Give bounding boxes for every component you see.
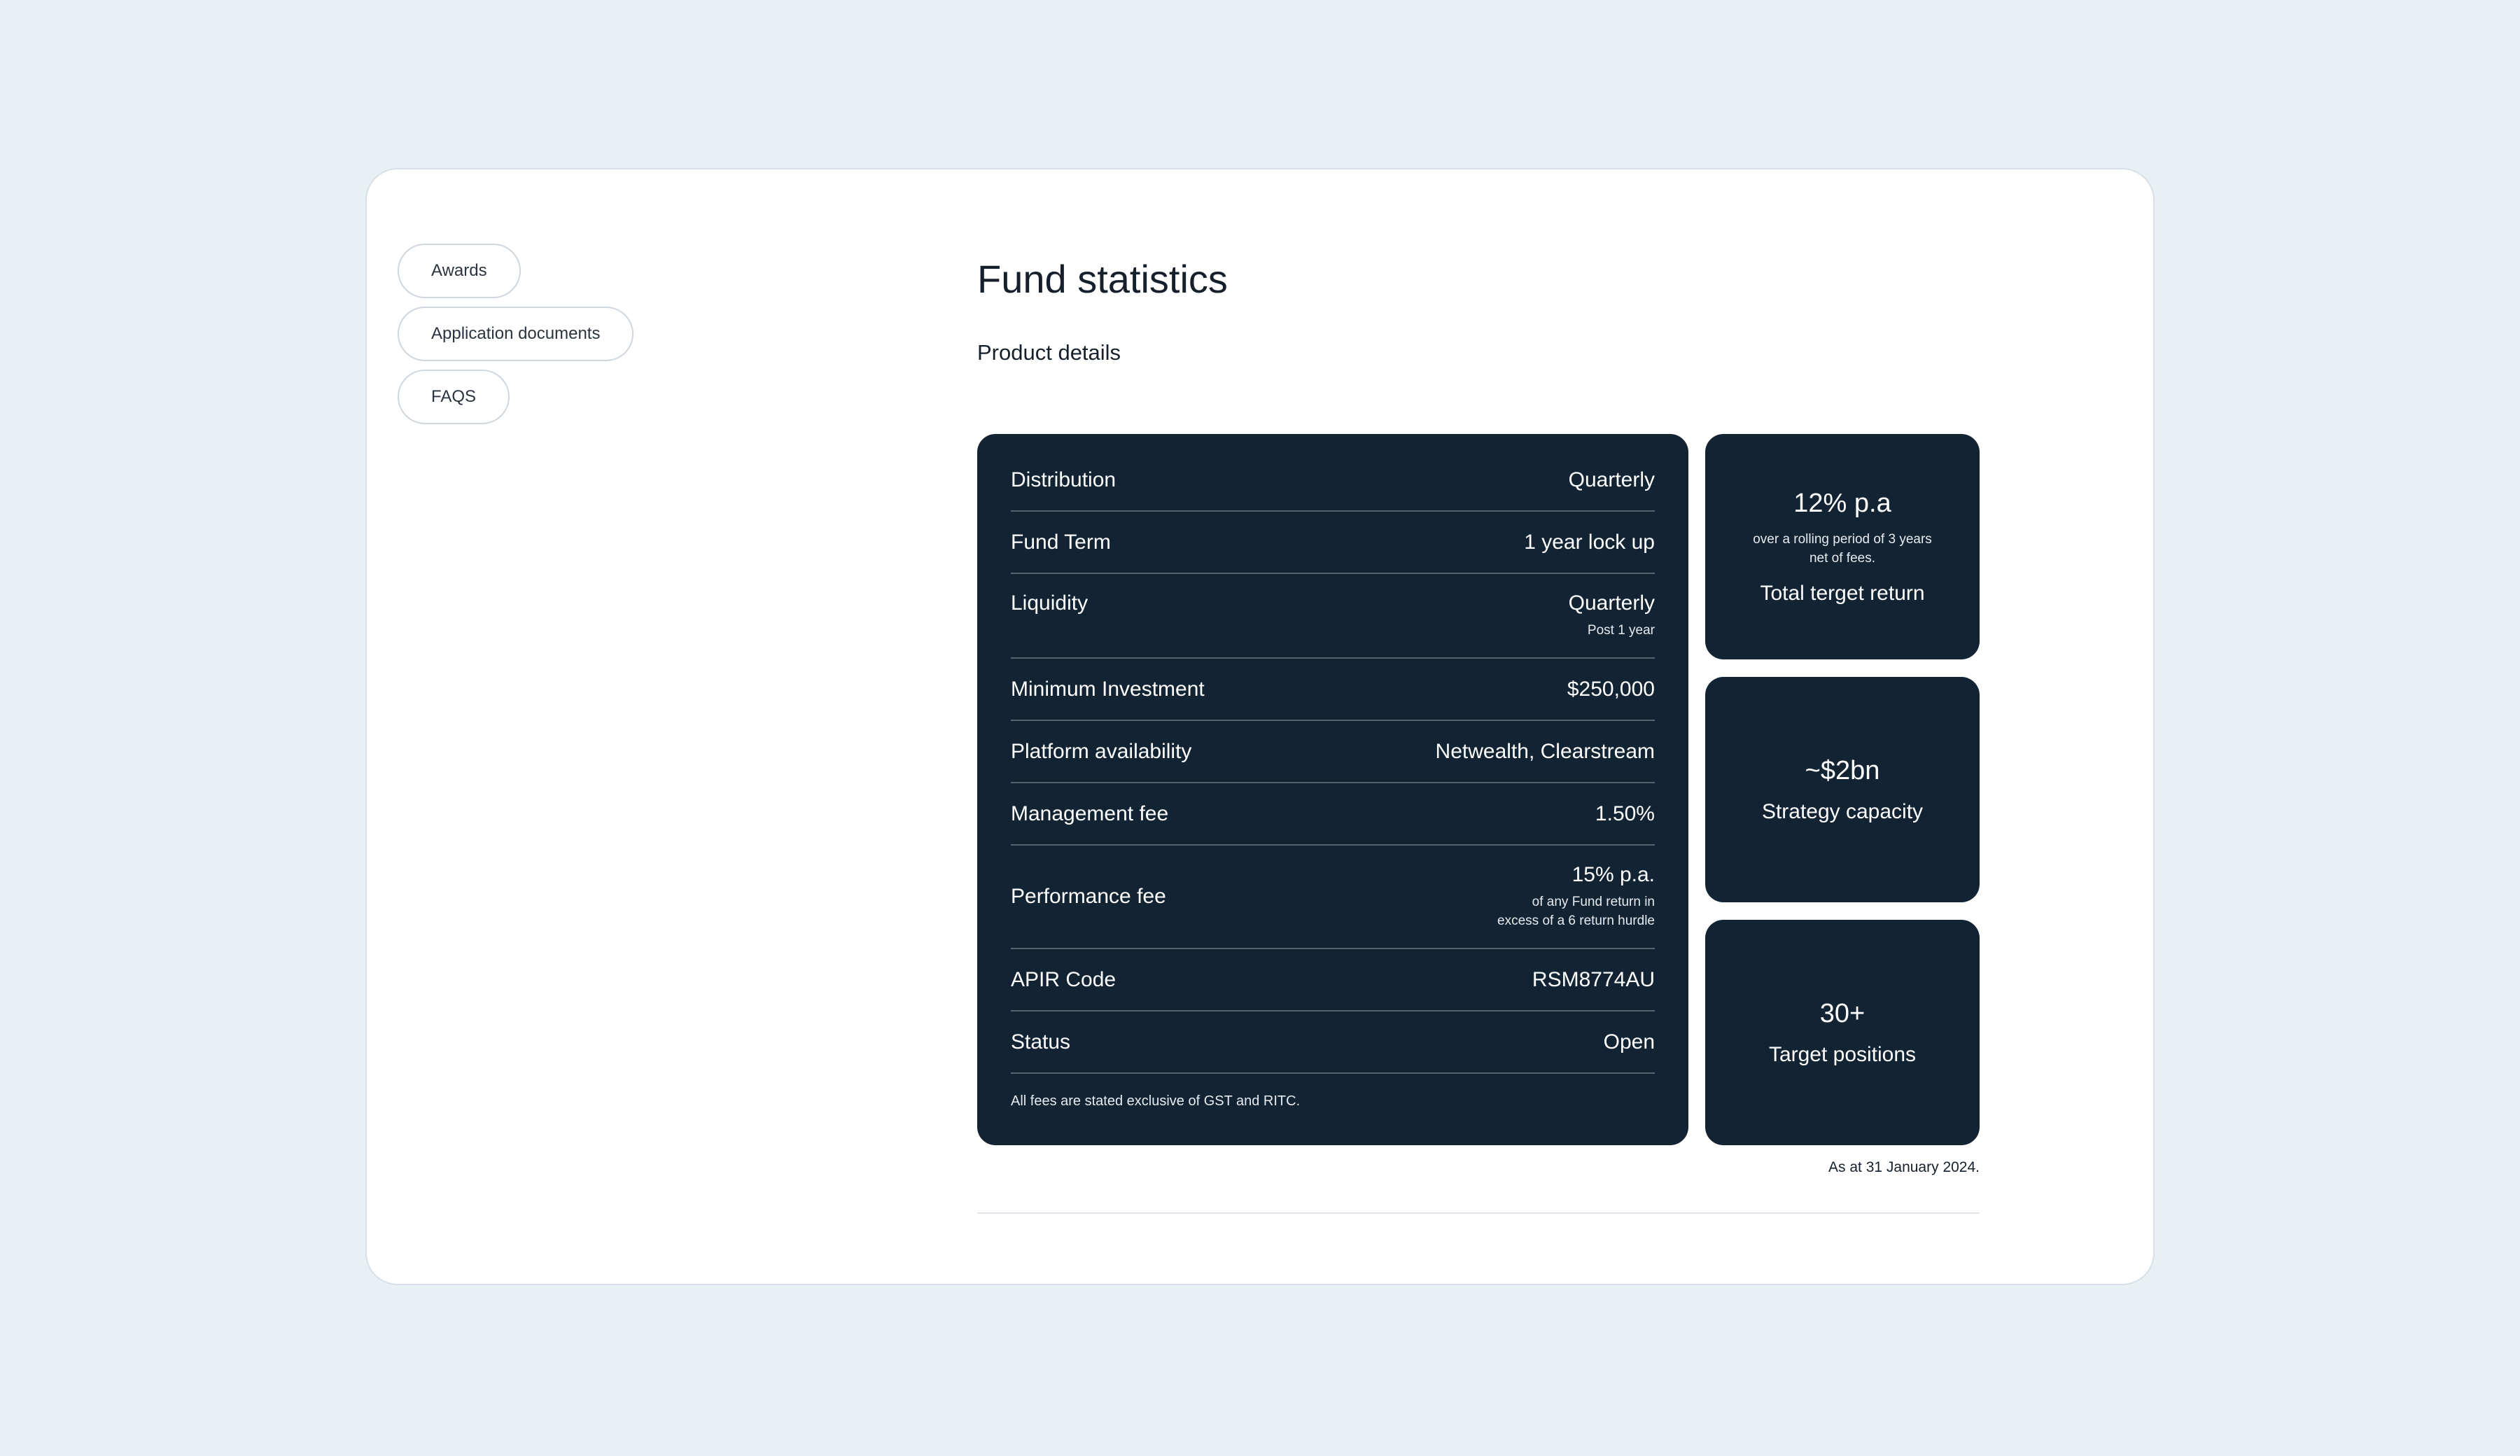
faqs-button[interactable]: FAQS xyxy=(398,370,510,424)
detail-row-status: Status Open xyxy=(1011,1011,1655,1074)
side-nav: Awards Application documents FAQS xyxy=(398,244,634,424)
product-details-panel: Distribution Quarterly Fund Term 1 year … xyxy=(977,434,1688,1145)
detail-note: Post 1 year xyxy=(1587,623,1655,638)
detail-row-liquidity: Liquidity Quarterly Post 1 year xyxy=(1011,574,1655,659)
detail-note: of any Fund return in excess of a 6 retu… xyxy=(1497,895,1655,928)
detail-row-performance-fee: Performance fee 15% p.a. of any Fund ret… xyxy=(1011,846,1655,949)
detail-label: Minimum Investment xyxy=(1011,677,1205,701)
awards-button[interactable]: Awards xyxy=(398,244,521,298)
detail-label: Performance fee xyxy=(1011,885,1166,908)
detail-label: Fund Term xyxy=(1011,530,1111,554)
section-divider xyxy=(977,1212,1980,1214)
detail-label: Platform availability xyxy=(1011,739,1192,763)
stat-card-target-positions: 30+ Target positions xyxy=(1705,920,1980,1145)
detail-row-distribution: Distribution Quarterly xyxy=(1011,449,1655,512)
detail-value: 1.50% xyxy=(1595,802,1655,825)
detail-value: RSM8774AU xyxy=(1532,967,1655,991)
section-title: Fund statistics xyxy=(977,257,1228,301)
fees-footnote: All fees are stated exclusive of GST and… xyxy=(1011,1093,1301,1109)
detail-row-platform-availability: Platform availability Netwealth, Clearst… xyxy=(1011,721,1655,783)
application-documents-button[interactable]: Application documents xyxy=(398,307,634,361)
stat-card-target-return: 12% p.a over a rolling period of 3 years… xyxy=(1705,434,1980,659)
stat-label: Strategy capacity xyxy=(1761,799,1924,823)
stat-note: over a rolling period of 3 years net of … xyxy=(1753,531,1932,566)
detail-row-minimum-investment: Minimum Investment $250,000 xyxy=(1011,659,1655,721)
detail-value: Open xyxy=(1603,1030,1655,1054)
detail-value: Quarterly xyxy=(1568,468,1655,491)
detail-value-group: Quarterly Post 1 year xyxy=(1569,592,1655,640)
detail-value: Netwealth, Clearstream xyxy=(1435,739,1655,763)
detail-label: Distribution xyxy=(1011,468,1116,491)
stat-card-strategy-capacity: ~$2bn Strategy capacity xyxy=(1705,677,1980,902)
stat-label: Total terget return xyxy=(1760,581,1925,605)
detail-value: Quarterly xyxy=(1568,592,1655,615)
detail-value: 15% p.a. xyxy=(1572,863,1655,886)
detail-value: $250,000 xyxy=(1567,677,1655,701)
content-card: Awards Application documents FAQS Fund s… xyxy=(365,168,2155,1285)
detail-row-apir-code: APIR Code RSM8774AU xyxy=(1011,949,1655,1011)
detail-value-group: 15% p.a. of any Fund return in excess of… xyxy=(1497,863,1655,930)
detail-row-fund-term: Fund Term 1 year lock up xyxy=(1011,512,1655,574)
detail-row-management-fee: Management fee 1.50% xyxy=(1011,783,1655,846)
detail-label: Status xyxy=(1011,1030,1071,1054)
section-subtitle: Product details xyxy=(977,340,1121,365)
detail-label: APIR Code xyxy=(1011,967,1116,991)
stat-value: 30+ xyxy=(1819,998,1865,1028)
detail-label: Liquidity xyxy=(1011,592,1088,615)
detail-value: 1 year lock up xyxy=(1524,530,1655,554)
as-at-date: As at 31 January 2024. xyxy=(1828,1159,1980,1175)
stat-value: 12% p.a xyxy=(1793,488,1891,518)
detail-label: Management fee xyxy=(1011,802,1169,825)
stat-value: ~$2bn xyxy=(1805,755,1880,785)
stat-label: Target positions xyxy=(1768,1042,1917,1066)
